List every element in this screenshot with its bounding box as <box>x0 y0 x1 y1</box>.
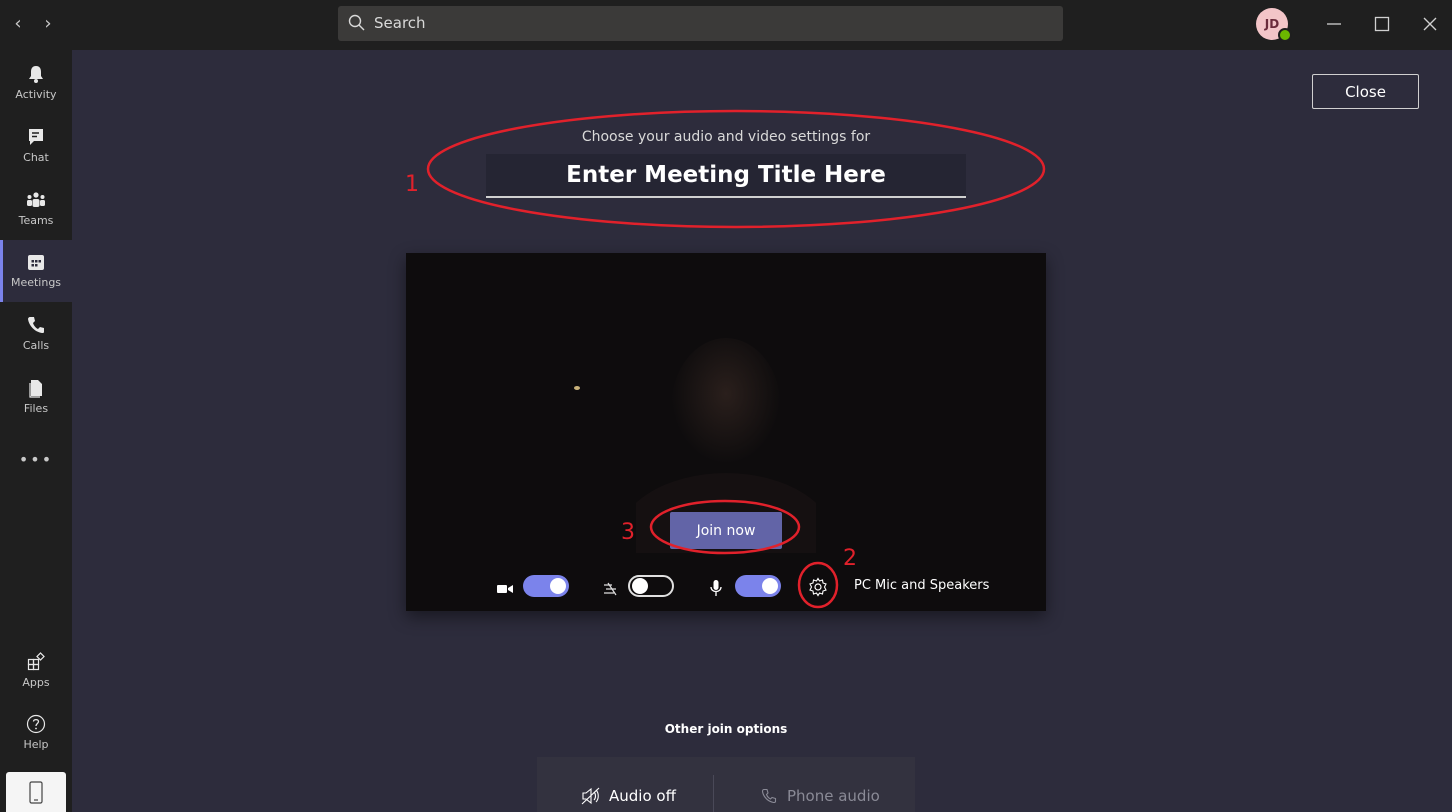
phone-icon <box>761 788 777 804</box>
device-button[interactable] <box>6 772 66 812</box>
rail-label-chat: Chat <box>23 151 49 164</box>
phone-audio-label: Phone audio <box>787 787 880 805</box>
file-icon <box>29 380 42 398</box>
bell-icon <box>29 66 43 83</box>
speaker-off-icon <box>581 787 600 805</box>
rail-item-files[interactable]: Files <box>0 366 72 428</box>
microphone-toggle[interactable] <box>735 575 781 597</box>
back-arrow-icon[interactable]: ‹ <box>8 13 28 35</box>
other-join-options: Audio off Phone audio <box>537 757 915 812</box>
search-icon <box>348 14 365 31</box>
rail-item-activity[interactable]: Activity <box>0 52 72 114</box>
prejoin-subtitle: Choose your audio and video settings for <box>581 129 871 145</box>
annotation-number-3: 3 <box>621 520 635 545</box>
phone-icon <box>28 317 44 333</box>
help-icon <box>26 714 46 734</box>
background-blur-toggle[interactable] <box>628 575 674 597</box>
camera-toggle[interactable] <box>523 575 569 597</box>
rail-item-help[interactable]: Help <box>0 702 72 764</box>
options-divider <box>713 775 714 812</box>
toggle-knob <box>550 578 566 594</box>
camera-icon <box>497 585 513 593</box>
search-box[interactable]: Search <box>338 6 1063 41</box>
audio-device-label[interactable]: PC Mic and Speakers <box>854 578 989 593</box>
rail-item-apps[interactable]: Apps <box>0 640 72 702</box>
rail-label-activity: Activity <box>15 88 57 101</box>
mobile-device-icon <box>29 781 43 804</box>
annotation-number-1: 1 <box>405 172 419 197</box>
teams-icon <box>27 192 45 207</box>
close-window-icon[interactable] <box>1418 12 1442 36</box>
audio-off-label: Audio off <box>609 787 676 805</box>
meeting-title-input[interactable]: Enter Meeting Title Here <box>486 154 966 198</box>
close-button[interactable]: Close <box>1312 74 1419 109</box>
join-now-button[interactable]: Join now <box>670 512 782 549</box>
toggle-knob <box>632 578 648 594</box>
rail-item-meetings[interactable]: Meetings <box>0 240 72 302</box>
microphone-icon <box>710 580 722 596</box>
rail-item-teams[interactable]: Teams <box>0 178 72 240</box>
rail-label-apps: Apps <box>22 676 50 689</box>
light-glint <box>574 386 580 390</box>
other-join-options-title: Other join options <box>664 722 788 736</box>
rail-label-help: Help <box>23 738 49 751</box>
background-blur-icon <box>604 582 617 596</box>
app-bar: Activity Chat Teams Meetings Calls Files… <box>0 50 72 812</box>
rail-label-teams: Teams <box>18 214 54 227</box>
calendar-icon <box>28 255 44 270</box>
chat-icon <box>29 129 43 145</box>
apps-icon <box>27 652 45 671</box>
rail-item-calls[interactable]: Calls <box>0 303 72 365</box>
search-placeholder: Search <box>374 14 426 32</box>
minimize-icon[interactable] <box>1322 12 1346 36</box>
rail-item-chat[interactable]: Chat <box>0 115 72 177</box>
presence-available-icon <box>1278 28 1292 42</box>
rail-label-files: Files <box>23 402 49 415</box>
maximize-icon[interactable] <box>1370 12 1394 36</box>
more-apps-icon[interactable]: ••• <box>0 450 72 469</box>
rail-label-calls: Calls <box>22 339 50 352</box>
video-preview: Join now PC Mic and Speakers <box>406 253 1046 611</box>
toggle-knob <box>762 578 778 594</box>
annotation-number-2: 2 <box>843 546 857 571</box>
title-bar: ‹ › Search JD <box>0 0 1452 50</box>
device-settings-gear-icon[interactable] <box>808 577 828 597</box>
forward-arrow-icon[interactable]: › <box>38 13 58 35</box>
rail-label-meetings: Meetings <box>10 276 62 289</box>
